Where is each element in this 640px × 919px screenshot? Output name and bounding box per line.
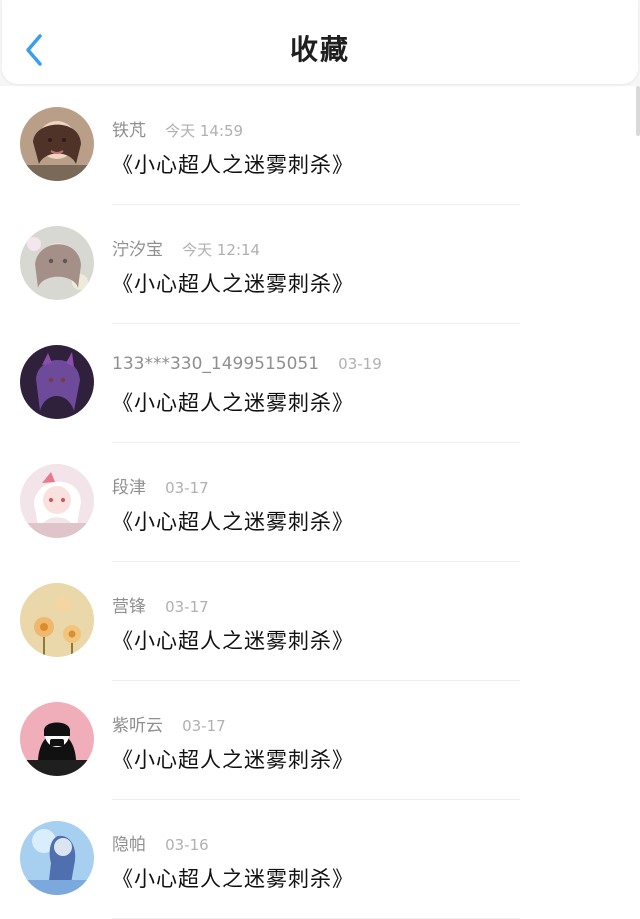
user-name: 铁芃	[112, 121, 146, 141]
user-name: 隐帕	[112, 835, 146, 855]
user-name: 段津	[112, 478, 146, 498]
list-item[interactable]: 铁芃 今天 14:59 《小心超人之迷雾刺杀》	[0, 86, 640, 205]
page-title: 收藏	[289, 33, 350, 66]
item-meta: 133***330_1499515051 03-19	[112, 354, 382, 378]
avatar[interactable]	[20, 107, 94, 181]
white-hair-anime-avatar-icon	[20, 464, 94, 538]
anime-girl-floral-avatar-icon	[20, 226, 94, 300]
book-title[interactable]: 《小心超人之迷雾刺杀》	[112, 625, 354, 655]
item-meta: 段津 03-17	[112, 473, 209, 498]
avatar[interactable]	[20, 226, 94, 300]
timestamp: 03-17	[165, 598, 209, 616]
item-meta: 泞汐宝 今天 12:14	[112, 235, 261, 260]
book-title[interactable]: 《小心超人之迷雾刺杀》	[112, 863, 354, 893]
avatar[interactable]	[20, 702, 94, 776]
dark-anime-character-avatar-icon	[20, 345, 94, 419]
avatar[interactable]	[20, 821, 94, 895]
list-item[interactable]: 紫听云 03-17 《小心超人之迷雾刺杀》	[0, 681, 640, 800]
flower-field-avatar-icon	[20, 583, 94, 657]
timestamp: 03-17	[165, 479, 209, 497]
item-meta: 铁芃 今天 14:59	[112, 116, 244, 141]
list-item[interactable]: 营锋 03-17 《小心超人之迷雾刺杀》	[0, 562, 640, 681]
book-title[interactable]: 《小心超人之迷雾刺杀》	[112, 387, 354, 417]
user-name: 营锋	[112, 597, 146, 617]
timestamp: 今天 14:59	[165, 122, 244, 140]
masked-figure-avatar-icon	[20, 702, 94, 776]
list-item[interactable]: 隐帕 03-16 《小心超人之迷雾刺杀》	[0, 800, 640, 919]
blue-silhouette-avatar-icon	[20, 821, 94, 895]
user-name: 133***330_1499515051	[112, 354, 320, 374]
avatar[interactable]	[20, 464, 94, 538]
item-meta: 营锋 03-17	[112, 592, 209, 617]
avatar[interactable]	[20, 583, 94, 657]
timestamp: 03-17	[182, 717, 226, 735]
favorites-list: 铁芃 今天 14:59 《小心超人之迷雾刺杀》 泞汐宝 今天 12:14 《小心…	[0, 86, 640, 919]
book-title[interactable]: 《小心超人之迷雾刺杀》	[112, 506, 354, 536]
book-title[interactable]: 《小心超人之迷雾刺杀》	[112, 149, 354, 179]
list-item[interactable]: 段津 03-17 《小心超人之迷雾刺杀》	[0, 443, 640, 562]
user-name: 紫听云	[112, 716, 163, 736]
list-item[interactable]: 泞汐宝 今天 12:14 《小心超人之迷雾刺杀》	[0, 205, 640, 324]
timestamp: 今天 12:14	[182, 241, 261, 259]
header-bar: 收藏	[0, 0, 640, 86]
book-title[interactable]: 《小心超人之迷雾刺杀》	[112, 744, 354, 774]
user-name: 泞汐宝	[112, 240, 163, 260]
book-title[interactable]: 《小心超人之迷雾刺杀》	[112, 268, 354, 298]
avatar[interactable]	[20, 345, 94, 419]
girl-portrait-avatar-icon	[20, 107, 94, 181]
item-meta: 紫听云 03-17	[112, 711, 226, 736]
timestamp: 03-16	[165, 836, 209, 854]
item-meta: 隐帕 03-16	[112, 830, 209, 855]
timestamp: 03-19	[338, 355, 382, 373]
list-item[interactable]: 133***330_1499515051 03-19 《小心超人之迷雾刺杀》	[0, 324, 640, 443]
